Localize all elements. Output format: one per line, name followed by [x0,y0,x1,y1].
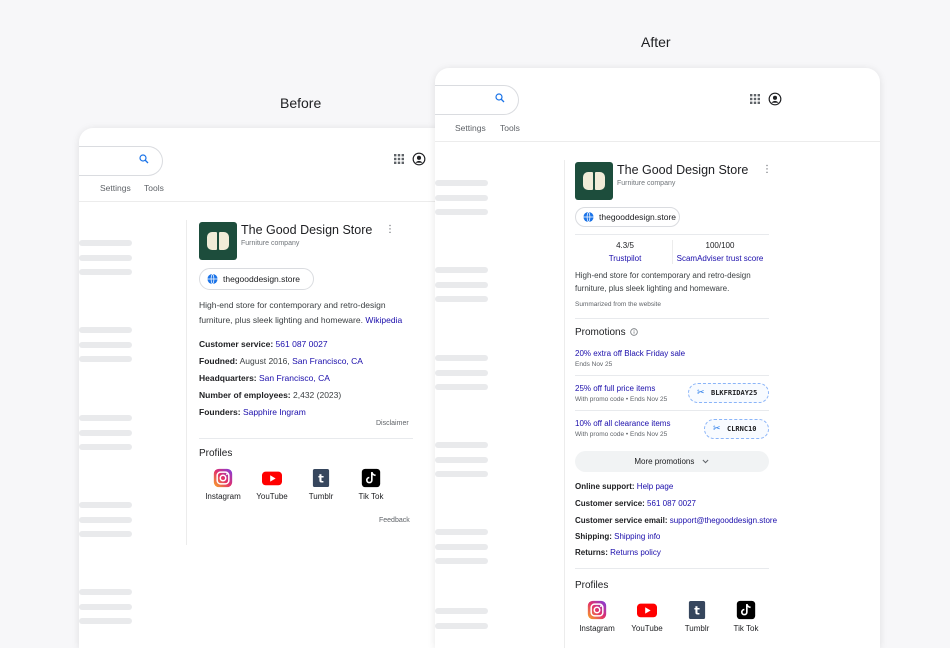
knowledge-panel-border [564,160,565,648]
chevron-down-icon [702,460,709,464]
rating-scamadviser-score: 100/100 [705,241,735,250]
before-screen: Settings Tools The Good Design Store Fur… [79,128,439,648]
tumblr-icon: t [688,601,706,619]
fact-headquarters: Headquarters: San Francisco, CA [199,373,330,383]
profile-youtube[interactable]: YouTube [627,600,667,633]
store-logo [199,222,237,260]
profile-instagram[interactable]: Instagram [577,600,617,633]
account-icon[interactable] [768,92,782,106]
profile-tiktok[interactable]: Tik Tok [726,600,766,633]
header-divider [435,141,880,142]
globe-icon [583,211,594,223]
knowledge-panel-title: The Good Design Store [241,223,373,237]
wikipedia-link[interactable]: Wikipedia [365,315,402,325]
instagram-icon [213,468,233,488]
youtube-icon [637,603,657,618]
promo-divider [575,375,769,376]
knowledge-panel-description: High-end store for contemporary and retr… [199,300,403,325]
account-icon[interactable] [412,152,426,166]
fact-founders: Founders: Sapphire Ingram [199,407,306,417]
search-bar[interactable] [435,85,519,115]
fact-employees: Number of employees: 2,432 (2023) [199,390,342,400]
scissors-icon: ✂ [713,424,721,434]
more-promotions-button[interactable]: More promotions [575,451,769,472]
promotions-divider [575,318,769,319]
fact-shipping: Shipping: Shipping info [575,532,661,541]
knowledge-panel-description: High-end store for contemporary and retr… [575,271,751,293]
fact-customer-service: Customer service: 561 087 0027 [575,499,696,508]
after-screen: Settings Tools The Good Design Store Fur… [435,68,880,648]
tab-tools[interactable]: Tools [144,183,164,193]
profile-tiktok[interactable]: Tik Tok [351,468,391,501]
promo-divider [575,410,769,411]
apps-grid-icon[interactable] [749,93,761,105]
feedback-link[interactable]: Feedback [379,517,410,524]
search-bar[interactable] [79,146,163,176]
promo-sub: Ends Nov 25 [575,361,613,368]
svg-text:t: t [318,472,324,486]
profile-youtube[interactable]: YouTube [252,468,292,501]
rating-trustpilot-link[interactable]: Trustpilot [590,254,660,263]
fact-customer-service-email: Customer service email: support@thegoodd… [575,516,778,525]
instagram-icon [587,600,607,620]
fact-founded: Foudned: August 2016, San Francisco, CA [199,356,363,366]
tiktok-icon [361,468,381,488]
search-icon[interactable] [494,92,506,104]
promo-title[interactable]: 10% off all clearance items [575,419,670,428]
knowledge-panel-subtitle: Furniture company [241,240,300,247]
knowledge-panel-title: The Good Design Store [617,163,749,177]
website-chip[interactable]: thegooddesign.store [575,207,680,227]
before-caption: Before [280,95,322,111]
kebab-menu-icon[interactable]: ⋮ [762,164,772,175]
website-chip[interactable]: thegooddesign.store [199,268,314,290]
coupon-code-button[interactable]: ✂ CLRNC10 [704,419,769,439]
header-divider [79,201,439,202]
promo-title[interactable]: 20% extra off Black Friday sale [575,349,685,358]
fact-online-support: Online support: Help page [575,482,674,491]
rating-scamadviser-link[interactable]: ScamAdviser trust score [675,254,765,263]
kebab-menu-icon[interactable]: ⋮ [385,224,395,235]
fact-returns: Returns: Returns policy [575,548,661,557]
tab-tools[interactable]: Tools [500,123,520,133]
profile-instagram[interactable]: Instagram [203,468,243,501]
search-icon[interactable] [138,153,150,165]
info-icon[interactable] [630,328,639,337]
tiktok-icon [736,600,756,620]
knowledge-panel-border [186,220,187,545]
youtube-icon [262,471,282,486]
knowledge-panel-subtitle: Furniture company [617,180,676,187]
rating-trustpilot-score: 4.3/5 [616,241,634,250]
globe-icon [207,273,218,285]
disclaimer-link[interactable]: Disclaimer [376,420,409,427]
scissors-icon: ✂ [697,388,705,398]
store-logo [575,162,613,200]
ratings-divider-vertical [672,240,673,264]
ratings-divider-top [575,234,769,235]
fact-customer-service: Customer service: 561 087 0027 [199,339,328,349]
after-caption: After [641,34,671,50]
promo-sub: With promo code • Ends Nov 25 [575,396,668,403]
profile-tumblr[interactable]: t Tumblr [677,600,717,633]
profiles-heading: Profiles [199,448,233,459]
tab-settings[interactable]: Settings [100,183,131,193]
summary-note: Summarized from the website [575,301,661,308]
profiles-divider [199,438,413,439]
profiles-heading: Profiles [575,580,609,591]
promo-sub: With promo code • Ends Nov 25 [575,431,668,438]
svg-text:t: t [694,604,700,618]
apps-grid-icon[interactable] [393,153,405,165]
coupon-code-button[interactable]: ✂ BLKFRIDAY25 [688,383,769,403]
profile-tumblr[interactable]: t Tumblr [301,468,341,501]
promotions-heading: Promotions [575,327,639,338]
profiles-divider [575,568,769,569]
tumblr-icon: t [312,469,330,487]
tab-settings[interactable]: Settings [455,123,486,133]
promo-title[interactable]: 25% off full price items [575,384,655,393]
